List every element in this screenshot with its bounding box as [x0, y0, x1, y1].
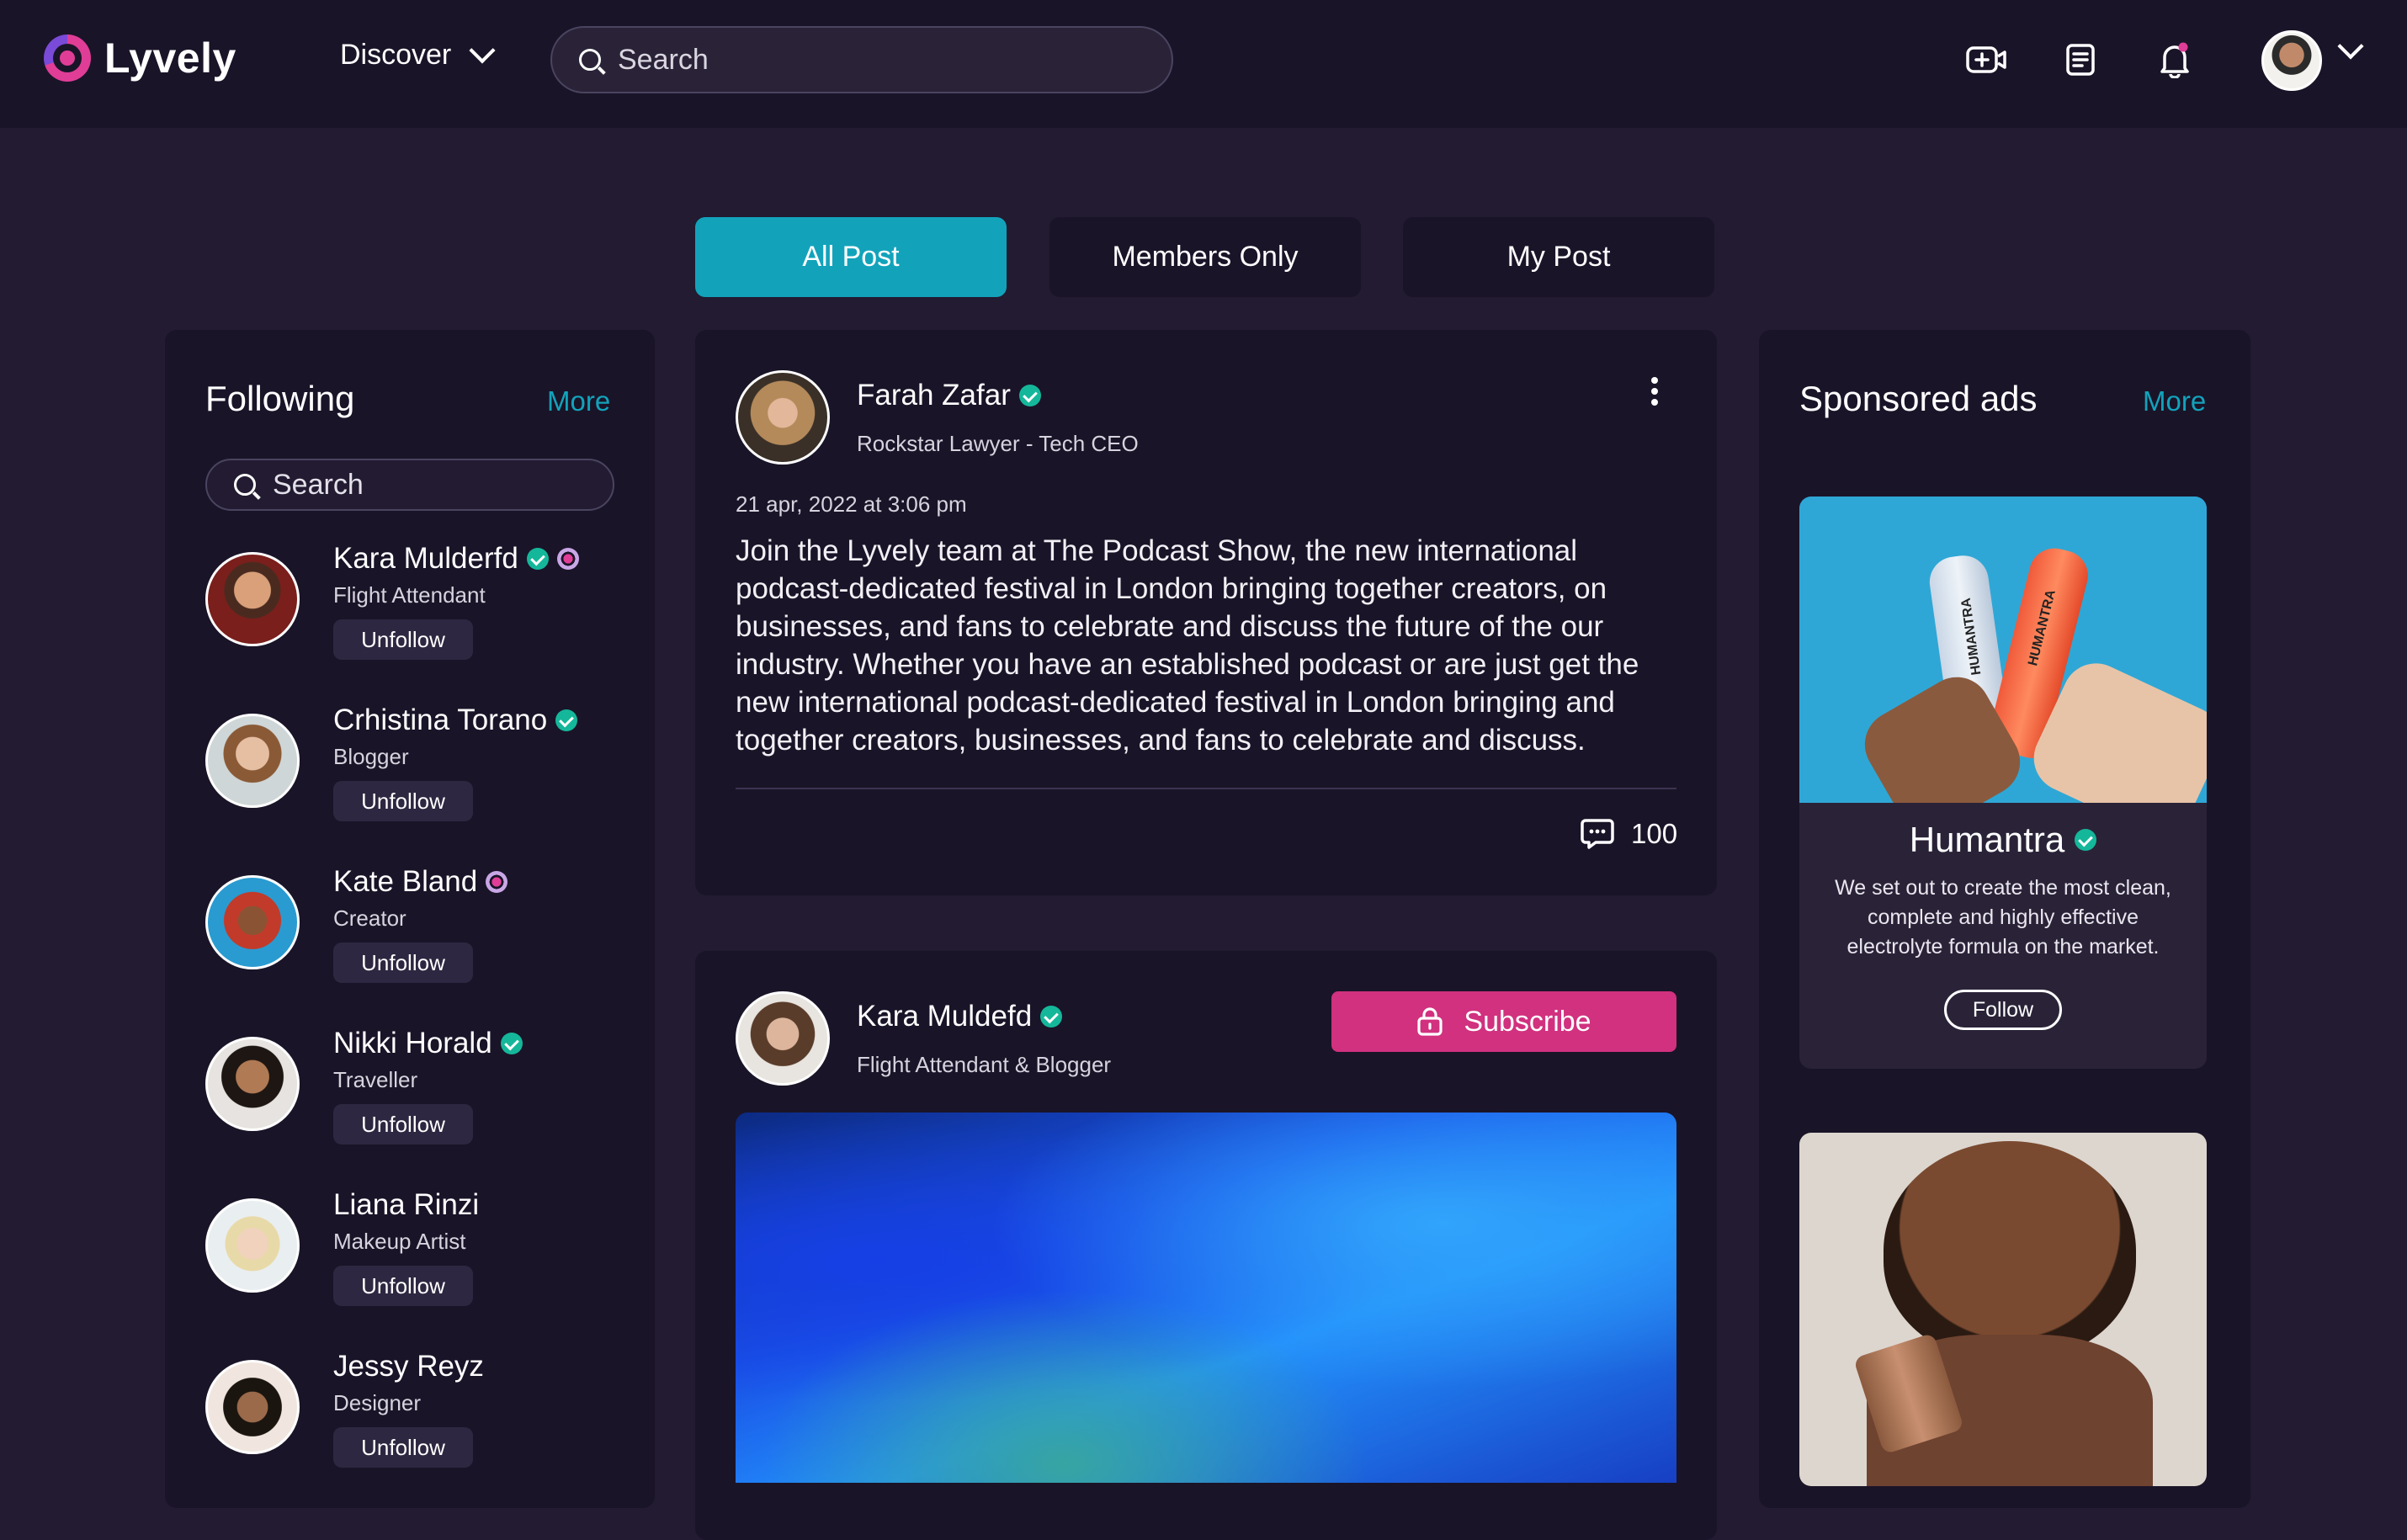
following-name[interactable]: Crhistina Torano: [333, 704, 578, 737]
comment-icon: [1581, 819, 1614, 849]
search-icon: [579, 49, 601, 71]
post-options-button[interactable]: [1651, 377, 1658, 406]
more-dot: [1651, 377, 1658, 384]
post-timestamp: 21 apr, 2022 at 3:06 pm: [736, 491, 967, 517]
avatar[interactable]: [205, 714, 300, 808]
avatar[interactable]: [205, 552, 300, 646]
following-search[interactable]: [205, 459, 614, 511]
verified-badge-icon: [2075, 829, 2097, 851]
app-name: Lyvely: [104, 35, 236, 82]
notifications-button[interactable]: [2153, 38, 2197, 82]
following-role: Traveller: [333, 1067, 418, 1092]
ad-product-image: [1884, 1141, 2136, 1360]
following-more-link[interactable]: More: [547, 385, 610, 417]
avatar[interactable]: [205, 1198, 300, 1293]
unfollow-button[interactable]: Unfollow: [333, 1104, 473, 1144]
unfollow-button[interactable]: Unfollow: [333, 943, 473, 983]
following-role: Flight Attendant: [333, 582, 486, 608]
following-role: Designer: [333, 1390, 422, 1415]
post-author[interactable]: Kara Muldefd: [857, 1000, 1063, 1033]
comments-button[interactable]: 100: [1581, 818, 1677, 850]
logo-mark-icon: [44, 35, 91, 82]
following-item: Crhistina Torano Blogger Unfollow: [205, 704, 626, 855]
discover-label: Discover: [340, 39, 452, 71]
sponsored-title: Sponsored ads: [1799, 379, 2038, 418]
following-item: Kara Mulderfd Flight Attendant Unfollow: [205, 542, 626, 693]
comment-count: 100: [1631, 818, 1678, 849]
search-icon: [234, 474, 256, 496]
post-author[interactable]: Farah Zafar: [857, 379, 1041, 412]
following-name[interactable]: Jessy Reyz: [333, 1350, 484, 1383]
more-dot: [1651, 388, 1658, 395]
following-role: Blogger: [333, 744, 409, 769]
verified-badge-icon: [555, 709, 578, 731]
following-name[interactable]: Kate Bland: [333, 865, 508, 899]
creator-badge-icon: [556, 548, 579, 570]
post-author-role: Flight Attendant & Blogger: [857, 1052, 1112, 1077]
ad-follow-button[interactable]: Follow: [1944, 990, 2062, 1030]
unfollow-button[interactable]: Unfollow: [333, 781, 473, 821]
ad-description: We set out to create the most clean, com…: [1835, 876, 2171, 959]
post-media-image[interactable]: [736, 1113, 1676, 1483]
bell-icon: [2160, 42, 2189, 78]
following-search-input[interactable]: [273, 468, 592, 502]
documents-button[interactable]: [2059, 38, 2102, 82]
following-item: Liana Rinzi Makeup Artist Unfollow: [205, 1188, 626, 1340]
unfollow-button[interactable]: Unfollow: [333, 1266, 473, 1306]
tab-my-post[interactable]: My Post: [1403, 217, 1714, 297]
following-name[interactable]: Liana Rinzi: [333, 1188, 479, 1222]
subscribe-label: Subscribe: [1464, 1005, 1591, 1038]
following-item: Nikki Horald Traveller Unfollow: [205, 1027, 626, 1178]
lock-icon: [1417, 1007, 1443, 1036]
avatar[interactable]: [736, 370, 830, 465]
verified-badge-icon: [1040, 1006, 1063, 1028]
avatar[interactable]: [205, 1037, 300, 1131]
following-name[interactable]: Nikki Horald: [333, 1027, 523, 1060]
unfollow-button[interactable]: Unfollow: [333, 1427, 473, 1468]
document-icon: [2066, 44, 2095, 76]
following-item: Kate Bland Creator Unfollow: [205, 865, 626, 1017]
add-video-button[interactable]: [1964, 38, 2008, 82]
ad-card[interactable]: [1799, 1133, 2207, 1486]
post-divider: [736, 788, 1676, 789]
following-item: Jessy Reyz Designer Unfollow: [205, 1350, 626, 1501]
post-body: Join the Lyvely team at The Podcast Show…: [736, 534, 1639, 757]
add-video-icon: [1966, 46, 2006, 73]
creator-badge-icon: [486, 871, 508, 893]
unfollow-button[interactable]: Unfollow: [333, 619, 473, 660]
verified-badge-icon: [500, 1033, 523, 1054]
avatar[interactable]: [736, 991, 830, 1086]
discover-dropdown[interactable]: Discover: [340, 36, 496, 72]
post-author-role: Rockstar Lawyer - Tech CEO: [857, 431, 1139, 456]
app-logo[interactable]: Lyvely: [44, 34, 236, 82]
following-name[interactable]: Kara Mulderfd: [333, 542, 579, 576]
avatar[interactable]: [205, 1360, 300, 1454]
ad-card[interactable]: HUMANTRA HUMANTRA Humantra We set out to…: [1799, 497, 2207, 1069]
chevron-down-icon: [469, 36, 496, 64]
sponsored-more-link[interactable]: More: [2143, 385, 2206, 417]
tab-all-post[interactable]: All Post: [695, 217, 1007, 297]
account-menu-toggle[interactable]: [2337, 33, 2364, 60]
verified-badge-icon: [526, 548, 549, 570]
more-dot: [1651, 399, 1658, 406]
following-role: Creator: [333, 905, 406, 931]
avatar[interactable]: [205, 875, 300, 969]
header-search[interactable]: [550, 26, 1173, 93]
following-title: Following: [205, 379, 355, 418]
ad-brand-name[interactable]: Humantra: [1799, 820, 2207, 860]
following-role: Makeup Artist: [333, 1229, 466, 1254]
verified-badge-icon: [1018, 385, 1041, 406]
subscribe-button[interactable]: Subscribe: [1331, 991, 1676, 1052]
tab-members-only[interactable]: Members Only: [1049, 217, 1361, 297]
ad-product-image[interactable]: HUMANTRA HUMANTRA: [1799, 497, 2207, 803]
header-search-input[interactable]: [618, 43, 1123, 77]
user-avatar[interactable]: [2261, 30, 2322, 91]
